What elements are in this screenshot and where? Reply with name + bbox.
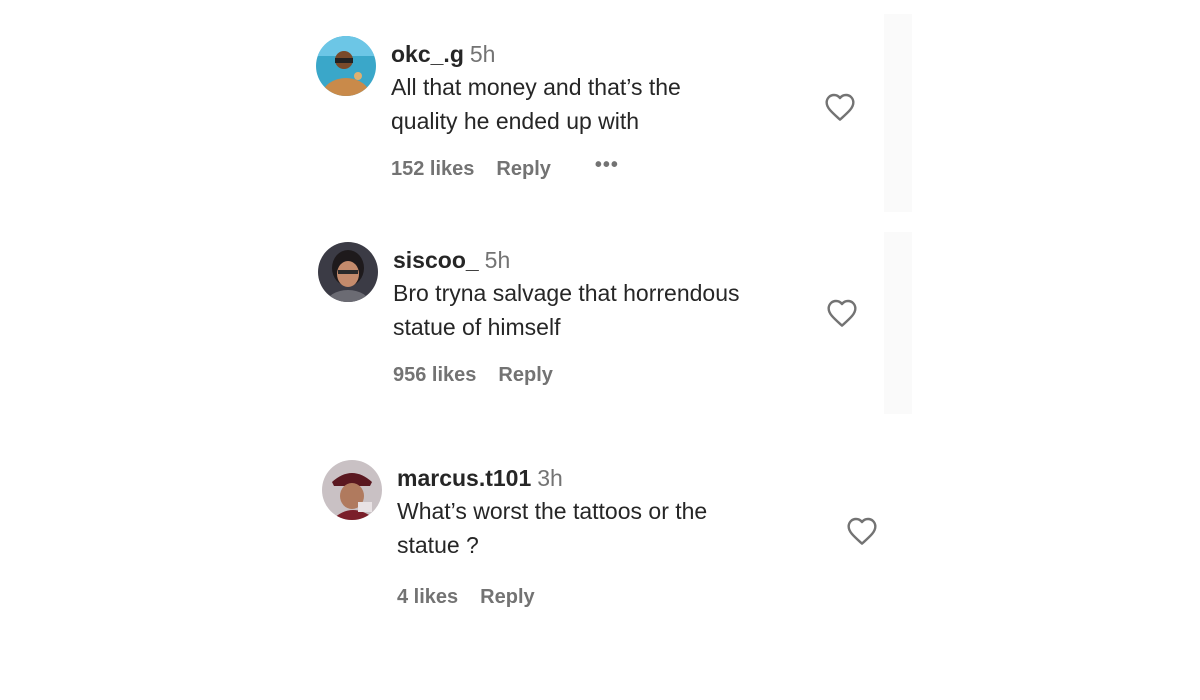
- comment-text: All that money and that’s the quality he…: [391, 70, 811, 138]
- user-avatar[interactable]: [316, 36, 376, 96]
- user-avatar[interactable]: [322, 460, 382, 520]
- comment-text-line: statue of himself: [393, 314, 561, 340]
- heart-outline-icon[interactable]: [824, 92, 856, 122]
- comment-item: marcus.t101 3h What’s worst the tattoos o…: [322, 460, 922, 620]
- comment-item: okc_.g 5h All that money and that’s the q…: [316, 36, 916, 196]
- comment-username[interactable]: siscoo_: [393, 247, 479, 273]
- likes-count[interactable]: 152 likes: [391, 158, 474, 181]
- reply-button[interactable]: Reply: [496, 158, 550, 181]
- comment-text: Bro tryna salvage that horrendous statue…: [393, 276, 813, 344]
- comment-item: siscoo_ 5h Bro tryna salvage that horrend…: [318, 242, 918, 402]
- comment-text-line: Bro tryna salvage that horrendous: [393, 280, 740, 306]
- comment-text: What’s worst the tattoos or the statue ?: [397, 494, 817, 562]
- avatar-image: [322, 460, 382, 520]
- comment-timestamp: 3h: [537, 465, 563, 491]
- avatar-image: [318, 242, 378, 302]
- comment-text-line: All that money and that’s the: [391, 74, 681, 100]
- comment-text-line: statue ?: [397, 532, 479, 558]
- comment-text-line: What’s worst the tattoos or the: [397, 498, 708, 524]
- comment-username[interactable]: okc_.g: [391, 41, 464, 67]
- reply-button[interactable]: Reply: [498, 364, 552, 387]
- heart-outline-icon[interactable]: [846, 516, 878, 546]
- comment-actions: 956 likes Reply: [393, 364, 553, 387]
- more-options-icon[interactable]: •••: [595, 154, 619, 177]
- comments-panel: okc_.g 5h All that money and that’s the q…: [0, 0, 1200, 700]
- likes-count[interactable]: 956 likes: [393, 364, 476, 387]
- comment-actions: 152 likes Reply •••: [391, 154, 619, 181]
- comment-username[interactable]: marcus.t101: [397, 465, 531, 491]
- comment-text-line: quality he ended up with: [391, 108, 640, 134]
- reply-button[interactable]: Reply: [480, 586, 534, 609]
- likes-count[interactable]: 4 likes: [397, 586, 458, 609]
- comment-timestamp: 5h: [469, 41, 496, 67]
- avatar-image: [316, 36, 376, 96]
- comment-timestamp: 5h: [484, 247, 511, 273]
- heart-outline-icon[interactable]: [826, 298, 858, 328]
- user-avatar[interactable]: [318, 242, 378, 302]
- comment-actions: 4 likes Reply: [397, 586, 535, 609]
